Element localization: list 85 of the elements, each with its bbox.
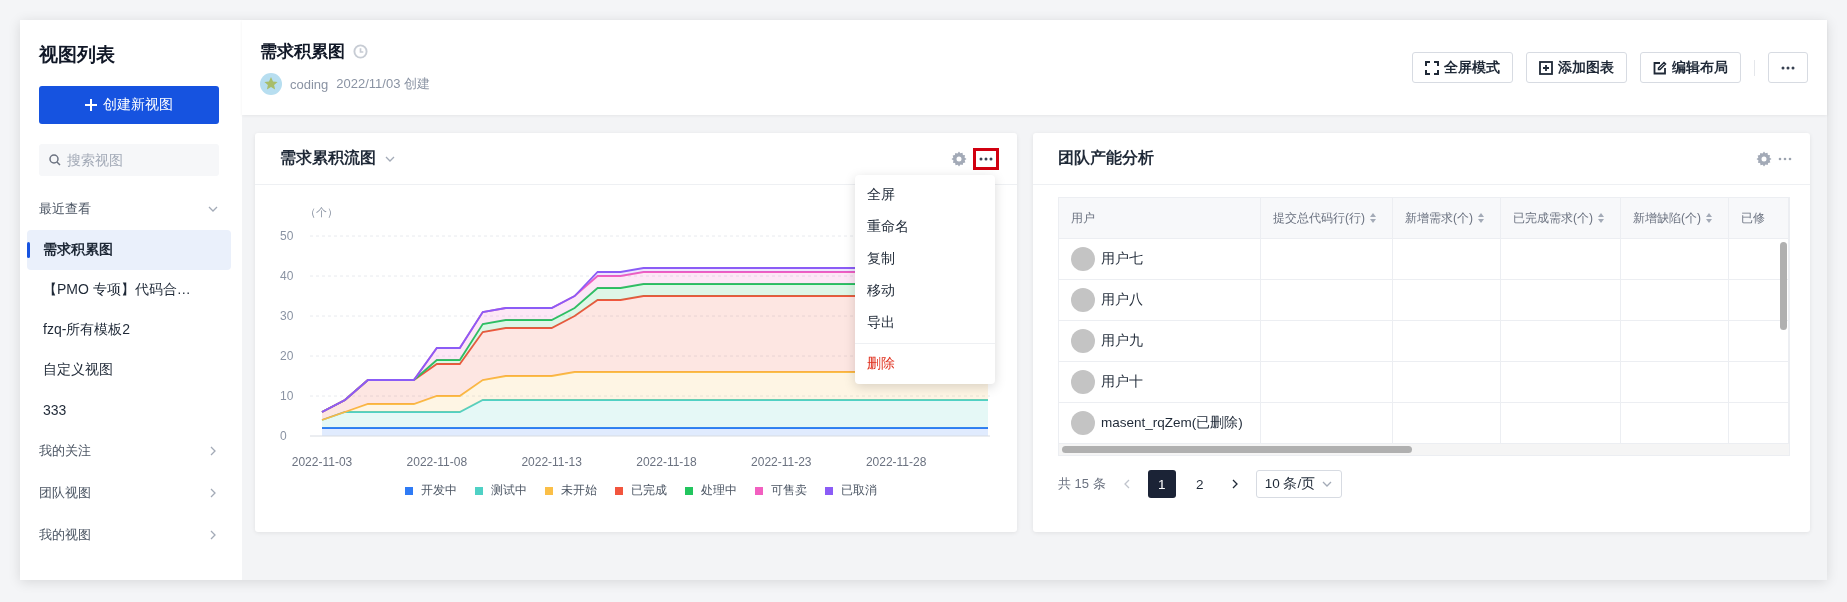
x-tick-label: 2022-11-23 xyxy=(751,455,812,469)
y-tick-label: 30 xyxy=(280,309,294,323)
sidebar-item[interactable]: 需求积累图 xyxy=(27,230,231,270)
clock-icon[interactable] xyxy=(353,44,368,59)
card-title: 需求累积流图 xyxy=(280,148,376,168)
legend-label[interactable]: 测试中 xyxy=(491,482,527,499)
x-tick-label: 2022-11-28 xyxy=(865,455,927,469)
legend-label[interactable]: 处理中 xyxy=(701,482,737,499)
sidebar-item[interactable]: 【PMO 专项】代码合… xyxy=(27,270,231,310)
page-button[interactable]: 2 xyxy=(1185,470,1214,498)
sort-icon[interactable] xyxy=(1477,212,1485,224)
y-tick-label: 20 xyxy=(280,349,294,363)
column-header[interactable]: 已修 xyxy=(1729,198,1789,238)
created-date: 2022/11/03 创建 xyxy=(336,75,431,93)
y-tick-label: 0 xyxy=(280,429,287,443)
more-icon xyxy=(979,156,993,161)
search-icon xyxy=(49,154,61,166)
column-header[interactable]: 已完成需求(个) xyxy=(1501,198,1621,238)
fullscreen-icon xyxy=(1425,60,1439,75)
user-name: 用户八 xyxy=(1101,291,1143,309)
y-tick-label: 40 xyxy=(280,269,294,283)
user-name: 用户十 xyxy=(1101,373,1143,391)
x-tick-label: 2022-11-13 xyxy=(521,455,582,469)
sort-icon[interactable] xyxy=(1369,212,1377,224)
group-label[interactable]: 团队视图 xyxy=(39,484,91,502)
group-label[interactable]: 最近查看 xyxy=(39,200,91,218)
group-label[interactable]: 我的关注 xyxy=(39,442,91,460)
avatar-icon xyxy=(1071,411,1095,435)
legend-label[interactable]: 未开始 xyxy=(561,482,597,499)
create-view-button[interactable]: 创建新视图 xyxy=(39,86,219,124)
y-tick-label: 10 xyxy=(280,389,294,403)
avatar-icon xyxy=(1071,329,1095,353)
toolbar-button[interactable]: 全屏模式 xyxy=(1412,52,1513,83)
menu-item[interactable]: 全屏 xyxy=(855,179,995,211)
page-size-select[interactable]: 10 条/页 xyxy=(1255,470,1343,498)
search-field[interactable]: 搜索视图 xyxy=(39,144,219,176)
plus-icon xyxy=(85,99,97,111)
menu-item[interactable]: 重命名 xyxy=(855,211,995,243)
y-tick-label: 50 xyxy=(280,229,294,243)
menu-item[interactable]: 导出 xyxy=(855,307,995,339)
avatar-icon xyxy=(1071,370,1095,394)
column-header[interactable]: 新增需求(个) xyxy=(1393,198,1501,238)
more-icon[interactable] xyxy=(1778,156,1792,161)
column-header[interactable]: 用户 xyxy=(1059,198,1261,238)
legend-label[interactable]: 可售卖 xyxy=(771,482,807,499)
page-button[interactable]: 1 xyxy=(1147,470,1176,498)
x-tick-label: 2022-11-03 xyxy=(291,455,353,469)
scrollbar[interactable] xyxy=(1780,242,1787,330)
card-title: 团队产能分析 xyxy=(1058,148,1154,168)
column-header[interactable]: 新增缺陷(个) xyxy=(1621,198,1729,238)
sort-icon[interactable] xyxy=(1705,212,1713,224)
menu-item[interactable]: 移动 xyxy=(855,275,995,307)
axis-unit: （个） xyxy=(305,206,338,218)
legend-label[interactable]: 已取消 xyxy=(841,482,877,499)
author-name: coding xyxy=(290,76,329,92)
sidebar-title: 视图列表 xyxy=(39,43,116,67)
toolbar-button[interactable]: 添加图表 xyxy=(1526,52,1627,83)
avatar-icon xyxy=(260,73,282,95)
avatar-icon xyxy=(1071,247,1095,271)
page-title: 需求积累图 xyxy=(260,41,345,63)
user-name: masent_rqZem(已删除) xyxy=(1101,414,1243,432)
sidebar-item[interactable]: 333 xyxy=(27,390,231,430)
sidebar-item[interactable]: fzq-所有模板2 xyxy=(27,310,231,350)
settings-icon[interactable] xyxy=(951,150,967,167)
settings-icon[interactable] xyxy=(1756,150,1772,167)
user-name: 用户七 xyxy=(1101,250,1143,268)
x-tick-label: 2022-11-08 xyxy=(406,455,468,469)
sidebar-item[interactable]: 自定义视图 xyxy=(27,350,231,390)
sort-icon[interactable] xyxy=(1597,212,1605,224)
plus-square-icon xyxy=(1539,60,1553,75)
more-button[interactable] xyxy=(973,147,999,170)
more-icon xyxy=(1781,65,1795,70)
x-tick-label: 2022-11-18 xyxy=(636,455,697,469)
scrollbar[interactable] xyxy=(1062,446,1412,453)
legend-label[interactable]: 已完成 xyxy=(631,482,667,499)
column-header[interactable]: 提交总代码行(行) xyxy=(1261,198,1393,238)
group-label[interactable]: 我的视图 xyxy=(39,526,91,544)
menu-item[interactable]: 删除 xyxy=(855,348,995,380)
avatar-icon xyxy=(1071,288,1095,312)
edit-icon xyxy=(1653,60,1667,75)
menu-item[interactable]: 复制 xyxy=(855,243,995,275)
user-name: 用户九 xyxy=(1101,332,1143,350)
legend-label[interactable]: 开发中 xyxy=(421,482,457,499)
total-count: 共 15 条 xyxy=(1058,475,1106,493)
toolbar-button[interactable]: 编辑布局 xyxy=(1640,52,1741,83)
